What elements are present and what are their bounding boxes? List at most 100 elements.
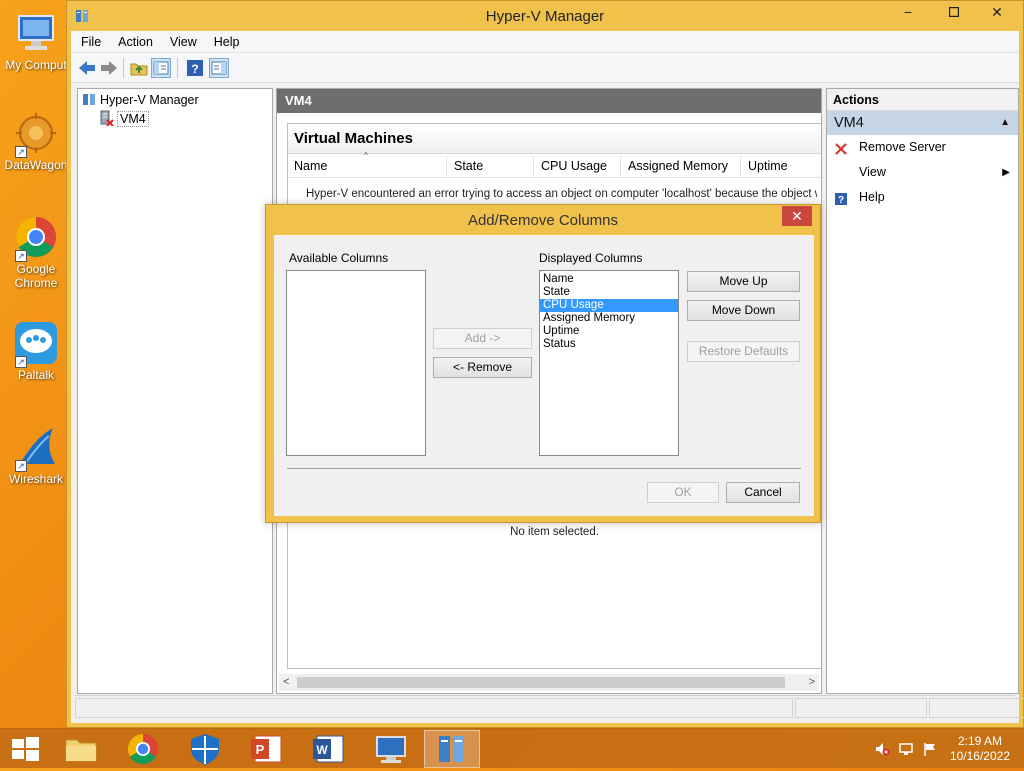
taskbar-clock[interactable]: 2:19 AM 10/16/2022: [950, 734, 1010, 764]
add-button[interactable]: Add ->: [433, 328, 532, 349]
desktop-icon-label: Google Chrome: [14, 262, 58, 290]
folder-icon: [65, 739, 97, 762]
desktop-icon-my-computer[interactable]: My Comput: [0, 10, 72, 72]
taskbar: P W 2:19 AM 10/16/2022: [0, 728, 1024, 768]
menu-action[interactable]: Action: [108, 31, 160, 49]
desktop-icon-wireshark[interactable]: ↗ Wireshark: [0, 424, 72, 486]
taskbar-chrome[interactable]: [115, 730, 171, 768]
action-label: View: [859, 165, 886, 179]
horizontal-scrollbar[interactable]: < >: [279, 674, 819, 691]
menu-file[interactable]: File: [71, 31, 108, 49]
minimize-button[interactable]: −: [893, 1, 923, 23]
wireshark-icon: ↗: [13, 424, 59, 472]
status-cell: [929, 698, 1024, 718]
svg-text:P: P: [256, 742, 265, 757]
toolbar-separator: [123, 58, 124, 78]
tree-root-label: Hyper-V Manager: [100, 93, 199, 107]
move-up-button[interactable]: Move Up: [687, 271, 800, 292]
action-center-flag-icon[interactable]: [922, 741, 938, 760]
no-item-selected-text: No item selected.: [510, 526, 599, 538]
taskbar-powerpoint[interactable]: P: [239, 730, 295, 768]
volume-muted-icon[interactable]: [874, 741, 890, 760]
taskbar-defender[interactable]: [177, 730, 233, 768]
action-label: Help: [859, 190, 885, 204]
actions-group-vm4[interactable]: VM4 ▲: [827, 111, 1018, 135]
forward-arrow-icon[interactable]: [99, 58, 119, 78]
clock-time: 2:19 AM: [957, 734, 1002, 748]
action-help[interactable]: ? Help: [827, 185, 1018, 210]
server-error-icon: [98, 110, 114, 130]
desktop-icon-datawagon[interactable]: ↗ DataWagon: [0, 110, 72, 172]
show-hide-tree-icon[interactable]: [151, 58, 171, 78]
scroll-left-icon[interactable]: <: [283, 674, 289, 691]
desktop-icon-chrome[interactable]: ↗ Google Chrome: [0, 214, 72, 290]
list-item-selected[interactable]: CPU Usage: [540, 299, 678, 312]
restore-defaults-button[interactable]: Restore Defaults: [687, 341, 800, 362]
move-down-button[interactable]: Move Down: [687, 300, 800, 321]
window-titlebar[interactable]: Hyper-V Manager − ✕: [67, 1, 1023, 31]
taskbar-hyperv-manager[interactable]: [424, 730, 480, 768]
actions-group-label: VM4: [834, 115, 864, 131]
list-item[interactable]: Uptime: [540, 325, 678, 338]
menu-view[interactable]: View: [160, 31, 204, 49]
list-item[interactable]: State: [540, 286, 678, 299]
sort-ascending-icon: ^: [364, 151, 368, 160]
error-message: Hyper-V encountered an error trying to a…: [306, 188, 817, 200]
clock-date: 10/16/2022: [949, 749, 1010, 763]
vm-column-headers: Name ^ State CPU Usage Assigned Memory U…: [288, 151, 821, 178]
shortcut-arrow-icon: ↗: [15, 356, 27, 368]
cancel-button[interactable]: Cancel: [726, 482, 800, 503]
network-icon[interactable]: [898, 741, 914, 760]
menu-help[interactable]: Help: [204, 31, 247, 49]
status-cell: [795, 698, 927, 718]
show-hide-action-pane-icon[interactable]: [209, 58, 229, 78]
dialog-body: Available Columns Add -> <- Remove Displ…: [274, 235, 814, 516]
column-header-name[interactable]: Name: [294, 159, 327, 173]
column-header-uptime[interactable]: Uptime: [748, 159, 788, 173]
remove-button[interactable]: <- Remove: [433, 357, 532, 378]
actions-pane: Actions VM4 ▲ Remove Server View ▶ ? Hel…: [826, 88, 1019, 694]
help-icon: ?: [834, 190, 848, 206]
datawagon-icon: ↗: [13, 110, 59, 158]
status-cell: [75, 698, 793, 718]
scrollbar-thumb[interactable]: [297, 677, 785, 688]
action-remove-server[interactable]: Remove Server: [827, 135, 1018, 160]
column-header-assigned-memory[interactable]: Assigned Memory: [628, 159, 728, 173]
folder-up-icon[interactable]: [129, 58, 149, 78]
displayed-columns-label: Displayed Columns: [539, 251, 643, 265]
computer-icon: [13, 10, 59, 56]
menu-bar: File Action View Help: [71, 31, 1019, 53]
action-view[interactable]: View ▶: [827, 160, 1018, 185]
collapse-caret-icon[interactable]: ▲: [1000, 111, 1010, 135]
monitor-icon: [376, 736, 406, 763]
remove-x-icon: [834, 140, 848, 155]
taskbar-remote-desktop[interactable]: [363, 730, 419, 768]
help-icon[interactable]: ?: [185, 58, 205, 78]
list-item[interactable]: Name: [540, 273, 678, 286]
dialog-title: Add/Remove Columns: [467, 212, 619, 229]
tree-item-vm4[interactable]: VM4: [98, 110, 149, 127]
list-item[interactable]: Status: [540, 338, 678, 351]
ok-button[interactable]: OK: [647, 482, 719, 503]
maximize-button[interactable]: [939, 1, 969, 23]
back-arrow-icon[interactable]: [77, 58, 97, 78]
windows-logo-icon: [12, 737, 39, 761]
displayed-columns-list[interactable]: Name State CPU Usage Assigned Memory Upt…: [539, 270, 679, 456]
dialog-divider: [287, 468, 801, 469]
column-header-cpu-usage[interactable]: CPU Usage: [541, 159, 607, 173]
desktop-icon-paltalk[interactable]: ↗ Paltalk: [0, 320, 72, 382]
start-button[interactable]: [0, 730, 50, 768]
available-columns-label: Available Columns: [289, 251, 389, 265]
available-columns-list[interactable]: [286, 270, 426, 456]
shield-icon: [191, 734, 219, 765]
tree-item-hyperv-manager[interactable]: Hyper-V Manager: [82, 92, 199, 108]
list-item[interactable]: Assigned Memory: [540, 312, 678, 325]
dialog-close-button[interactable]: ✕: [782, 206, 812, 226]
taskbar-file-explorer[interactable]: [53, 730, 109, 768]
close-button[interactable]: ✕: [975, 1, 1019, 23]
desktop-icon-label: Wireshark: [8, 472, 63, 486]
shortcut-arrow-icon: ↗: [15, 146, 27, 158]
scroll-right-icon[interactable]: >: [809, 674, 815, 691]
column-header-state[interactable]: State: [454, 159, 483, 173]
taskbar-word[interactable]: W: [301, 730, 357, 768]
